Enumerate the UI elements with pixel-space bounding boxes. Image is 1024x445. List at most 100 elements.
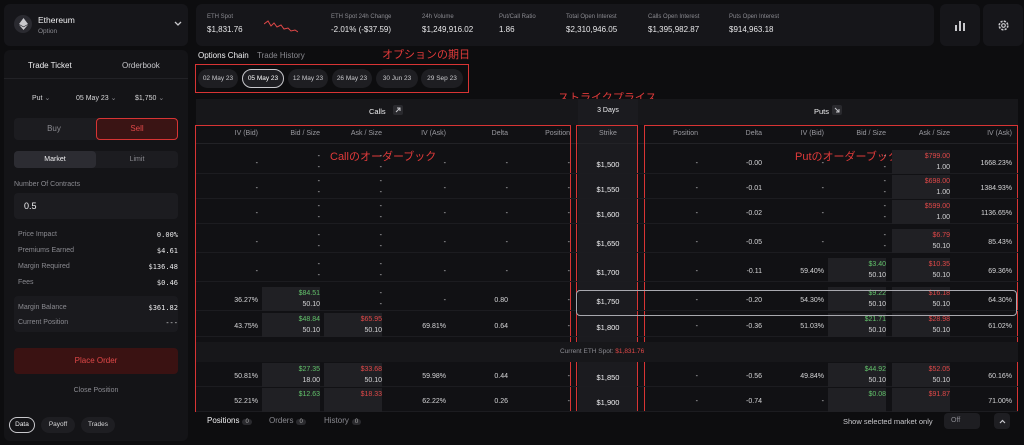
- asset-type: Option: [38, 28, 58, 35]
- put-bid-price: $3.40: [868, 261, 886, 268]
- buy-sell-toggle: Buy Sell: [14, 118, 178, 140]
- call-delta: 0.80: [494, 297, 508, 304]
- call-ask-price: $33.68: [360, 366, 382, 373]
- chart-button[interactable]: [940, 4, 980, 46]
- sell-button[interactable]: Sell: [96, 118, 178, 140]
- option-type-select[interactable]: Put ⌄: [32, 94, 50, 102]
- settings-button[interactable]: [983, 4, 1023, 46]
- call-iv-bid: -: [255, 160, 258, 167]
- expiry-chip[interactable]: 30 Jun 23: [376, 69, 418, 88]
- expiry-chip[interactable]: 12 May 23: [288, 69, 328, 88]
- limit-tab[interactable]: Limit: [96, 151, 178, 168]
- tab-payoff[interactable]: Payoff: [41, 417, 75, 433]
- call-position: -: [567, 398, 570, 405]
- call-iv-bid: -: [255, 268, 258, 275]
- put-delta: -0.02: [746, 210, 762, 217]
- tab-data[interactable]: Data: [9, 417, 35, 433]
- put-position: -: [695, 323, 698, 330]
- asset-selector[interactable]: Ethereum Option: [4, 4, 188, 46]
- collapse-button[interactable]: [994, 413, 1010, 429]
- strike-price: $1,850: [596, 373, 620, 382]
- put-bid-price: -: [883, 153, 886, 160]
- premiums-earned-row: Premiums Earned $4.61: [18, 247, 178, 255]
- call-iv-bid: 36.27%: [234, 297, 258, 304]
- call-ask-price: -: [379, 203, 382, 210]
- fees-row: Fees $0.46: [18, 279, 178, 287]
- put-iv-ask: 1384.93%: [980, 185, 1012, 192]
- strike-select[interactable]: $1,750 ⌄: [135, 94, 164, 102]
- tab-orders[interactable]: Orders 0: [269, 416, 306, 425]
- tab-trade-history[interactable]: Trade History: [257, 51, 305, 60]
- put-bid-size: 50.10: [868, 327, 886, 334]
- call-bid-size: -: [317, 164, 320, 171]
- put-ask-size: 50.10: [932, 377, 950, 384]
- put-ask-price: $6.79: [932, 232, 950, 239]
- market-stats-bar: ETH Spot $1,831.76 ETH Spot 24h Change -…: [196, 4, 934, 46]
- place-order-button[interactable]: Place Order: [14, 348, 178, 374]
- call-delta: -: [505, 160, 508, 167]
- arrow-down-right-icon[interactable]: [832, 105, 842, 115]
- call-bid-size: -: [317, 214, 320, 221]
- tab-trade-ticket[interactable]: Trade Ticket: [28, 61, 72, 70]
- call-ask-price: $18.33: [360, 391, 382, 398]
- tab-positions[interactable]: Positions 0: [207, 416, 252, 425]
- margin-balance-row: Margin Balance $361.82: [18, 304, 178, 312]
- call-ask-price: -: [379, 290, 382, 297]
- put-position: -: [695, 185, 698, 192]
- call-ask-size: -: [379, 164, 382, 171]
- call-position: -: [567, 297, 570, 304]
- call-bid-price: $48.84: [298, 316, 320, 323]
- divider: [4, 78, 188, 79]
- expiry-select[interactable]: 05 May 23 ⌄: [76, 94, 117, 102]
- call-bid-size: -: [317, 243, 320, 250]
- put-iv-ask: 60.16%: [988, 373, 1012, 380]
- tab-options-chain[interactable]: Options Chain: [198, 51, 249, 60]
- contracts-label: Number Of Contracts: [14, 181, 81, 188]
- put-ask-price: $28.98: [928, 316, 950, 323]
- ethereum-icon: [14, 15, 32, 33]
- put-ask-size: 50.10: [932, 243, 950, 250]
- chevron-down-icon: ⌄: [44, 95, 51, 102]
- expiry-chip[interactable]: 02 May 23: [198, 69, 238, 88]
- chevron-up-icon: [999, 419, 1005, 423]
- call-delta: 0.44: [494, 373, 508, 380]
- arrow-up-right-icon[interactable]: [393, 105, 403, 115]
- call-delta: -: [505, 239, 508, 246]
- put-iv-ask: 71.00%: [988, 398, 1012, 405]
- buy-button[interactable]: Buy: [14, 118, 94, 140]
- call-iv-ask: -: [443, 160, 446, 167]
- strike-price: $1,550: [596, 185, 620, 194]
- tab-trades[interactable]: Trades: [81, 417, 115, 433]
- call-iv-bid: -: [255, 210, 258, 217]
- put-bid-price: $21.71: [864, 316, 886, 323]
- put-bid-size: 50.10: [868, 272, 886, 279]
- call-iv-bid: 50.81%: [234, 373, 258, 380]
- put-iv-bid: -: [821, 185, 824, 192]
- market-tab[interactable]: Market: [14, 151, 96, 168]
- call-bid-price: $27.35: [298, 366, 320, 373]
- show-selected-toggle[interactable]: Off: [944, 413, 980, 429]
- call-position: -: [567, 185, 570, 192]
- tab-orderbook[interactable]: Orderbook: [122, 61, 160, 70]
- show-selected-label: Show selected market only: [843, 417, 933, 426]
- call-delta: -: [505, 210, 508, 217]
- call-position: -: [567, 268, 570, 275]
- put-delta: -0.74: [746, 398, 762, 405]
- expiry-chip[interactable]: 29 Sep 23: [421, 69, 463, 88]
- put-delta: -0.56: [746, 373, 762, 380]
- call-ask-price: -: [379, 261, 382, 268]
- contracts-input[interactable]: 0.5: [14, 193, 178, 219]
- call-delta: 0.64: [494, 323, 508, 330]
- expiry-chip-selected[interactable]: 05 May 23: [242, 69, 284, 88]
- tab-history[interactable]: History 0: [324, 416, 362, 425]
- close-position-button[interactable]: Close Position: [4, 387, 188, 394]
- stat-24h-volume: 24h Volume $1,249,916.02: [422, 14, 474, 34]
- put-iv-ask: 85.43%: [988, 239, 1012, 246]
- call-delta: -: [505, 268, 508, 275]
- expiry-chip[interactable]: 26 May 23: [332, 69, 372, 88]
- annotation-expiry: オプションの期日: [382, 49, 470, 61]
- stat-calls-open-interest: Calls Open Interest $1,395,982.87: [648, 14, 700, 34]
- call-delta: -: [505, 185, 508, 192]
- put-ask-price: $91.87: [928, 391, 950, 398]
- puts-label: Puts: [814, 107, 830, 116]
